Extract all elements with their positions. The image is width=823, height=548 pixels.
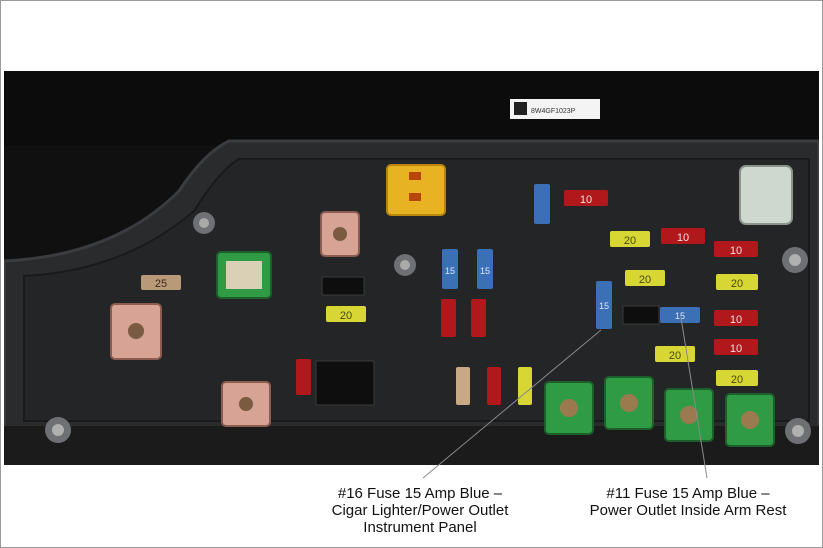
qr-code-icon <box>514 102 527 115</box>
blade-fuse <box>534 184 550 224</box>
empty-fuse-socket <box>622 305 660 325</box>
blade-fuse <box>487 367 501 405</box>
svg-text:10: 10 <box>677 232 689 244</box>
screw-icon <box>394 254 416 276</box>
blade-fuse <box>441 299 456 337</box>
label-sticker-text: 8W4GF1023P <box>531 108 576 115</box>
callout-fuse-11: #11 Fuse 15 Amp Blue – Power Outlet Insi… <box>568 485 808 519</box>
blade-fuse: 20 <box>655 346 695 362</box>
blade-fuse: 20 <box>716 370 758 386</box>
blade-fuse: 20 <box>625 270 665 286</box>
pink-cartridge-fuse <box>221 381 271 427</box>
svg-text:25: 25 <box>155 278 167 290</box>
svg-text:20: 20 <box>340 310 352 322</box>
blade-fuse: 15 <box>477 249 493 289</box>
blade-fuse: 20 <box>326 306 366 322</box>
svg-text:20: 20 <box>639 274 651 286</box>
blade-fuse-11: 15 <box>660 307 700 323</box>
callout-16-line1: #16 Fuse 15 Amp Blue – <box>337 485 503 502</box>
relay-terminal <box>409 193 421 201</box>
svg-text:15: 15 <box>445 266 455 276</box>
blade-fuse <box>471 299 486 337</box>
screw-icon <box>45 417 71 443</box>
blade-fuse: 20 <box>716 274 758 290</box>
blade-fuse: 10 <box>714 310 758 326</box>
svg-text:10: 10 <box>730 245 742 257</box>
callout-11-line2: Power Outlet Inside Arm Rest <box>589 502 787 519</box>
svg-text:10: 10 <box>730 314 742 326</box>
svg-text:15: 15 <box>599 301 609 311</box>
screw-icon <box>782 247 808 273</box>
svg-text:20: 20 <box>624 235 636 247</box>
blade-fuse <box>456 367 470 405</box>
blade-fuse: 10 <box>714 339 758 355</box>
svg-text:20: 20 <box>731 278 743 290</box>
svg-text:15: 15 <box>675 311 685 321</box>
callout-16-line3: Instrument Panel <box>363 519 477 536</box>
empty-relay-socket <box>315 360 375 406</box>
svg-text:10: 10 <box>580 194 592 206</box>
callout-11-line1: #11 Fuse 15 Amp Blue – <box>606 485 770 502</box>
relay-terminal <box>409 172 421 180</box>
svg-text:15: 15 <box>480 266 490 276</box>
callout-fuse-16: #16 Fuse 15 Amp Blue – Cigar Lighter/Pow… <box>290 485 550 536</box>
blade-fuse-16: 15 <box>596 281 612 329</box>
blade-fuse <box>518 367 532 405</box>
pink-cartridge-fuse <box>320 211 360 257</box>
screw-icon <box>193 212 215 234</box>
blade-fuse: 10 <box>661 228 705 244</box>
white-relay <box>739 165 793 225</box>
blade-fuse: 20 <box>610 231 650 247</box>
callout-16-line2: Cigar Lighter/Power Outlet <box>331 502 509 519</box>
blade-fuse: 15 <box>442 249 458 289</box>
svg-text:10: 10 <box>730 343 742 355</box>
svg-text:20: 20 <box>669 350 681 362</box>
green-cartridge-fuse <box>216 251 272 299</box>
blade-fuse: 25 <box>141 275 181 290</box>
green-cartridge-fuse <box>664 388 714 442</box>
housing-top <box>4 71 819 146</box>
blade-fuse <box>296 359 311 395</box>
blade-fuse: 10 <box>564 190 608 206</box>
pink-cartridge-fuse <box>110 303 162 360</box>
blade-fuse: 10 <box>714 241 758 257</box>
green-cartridge-fuse <box>725 393 775 447</box>
screw-icon <box>785 418 811 444</box>
fuse-box-photo: 8W4GF1023P 25 10 10 10 10 10 20 20 20 20… <box>4 71 819 465</box>
green-cartridge-fuse <box>544 381 594 435</box>
svg-text:20: 20 <box>731 374 743 386</box>
empty-fuse-socket <box>321 276 365 296</box>
green-cartridge-fuse <box>604 376 654 430</box>
